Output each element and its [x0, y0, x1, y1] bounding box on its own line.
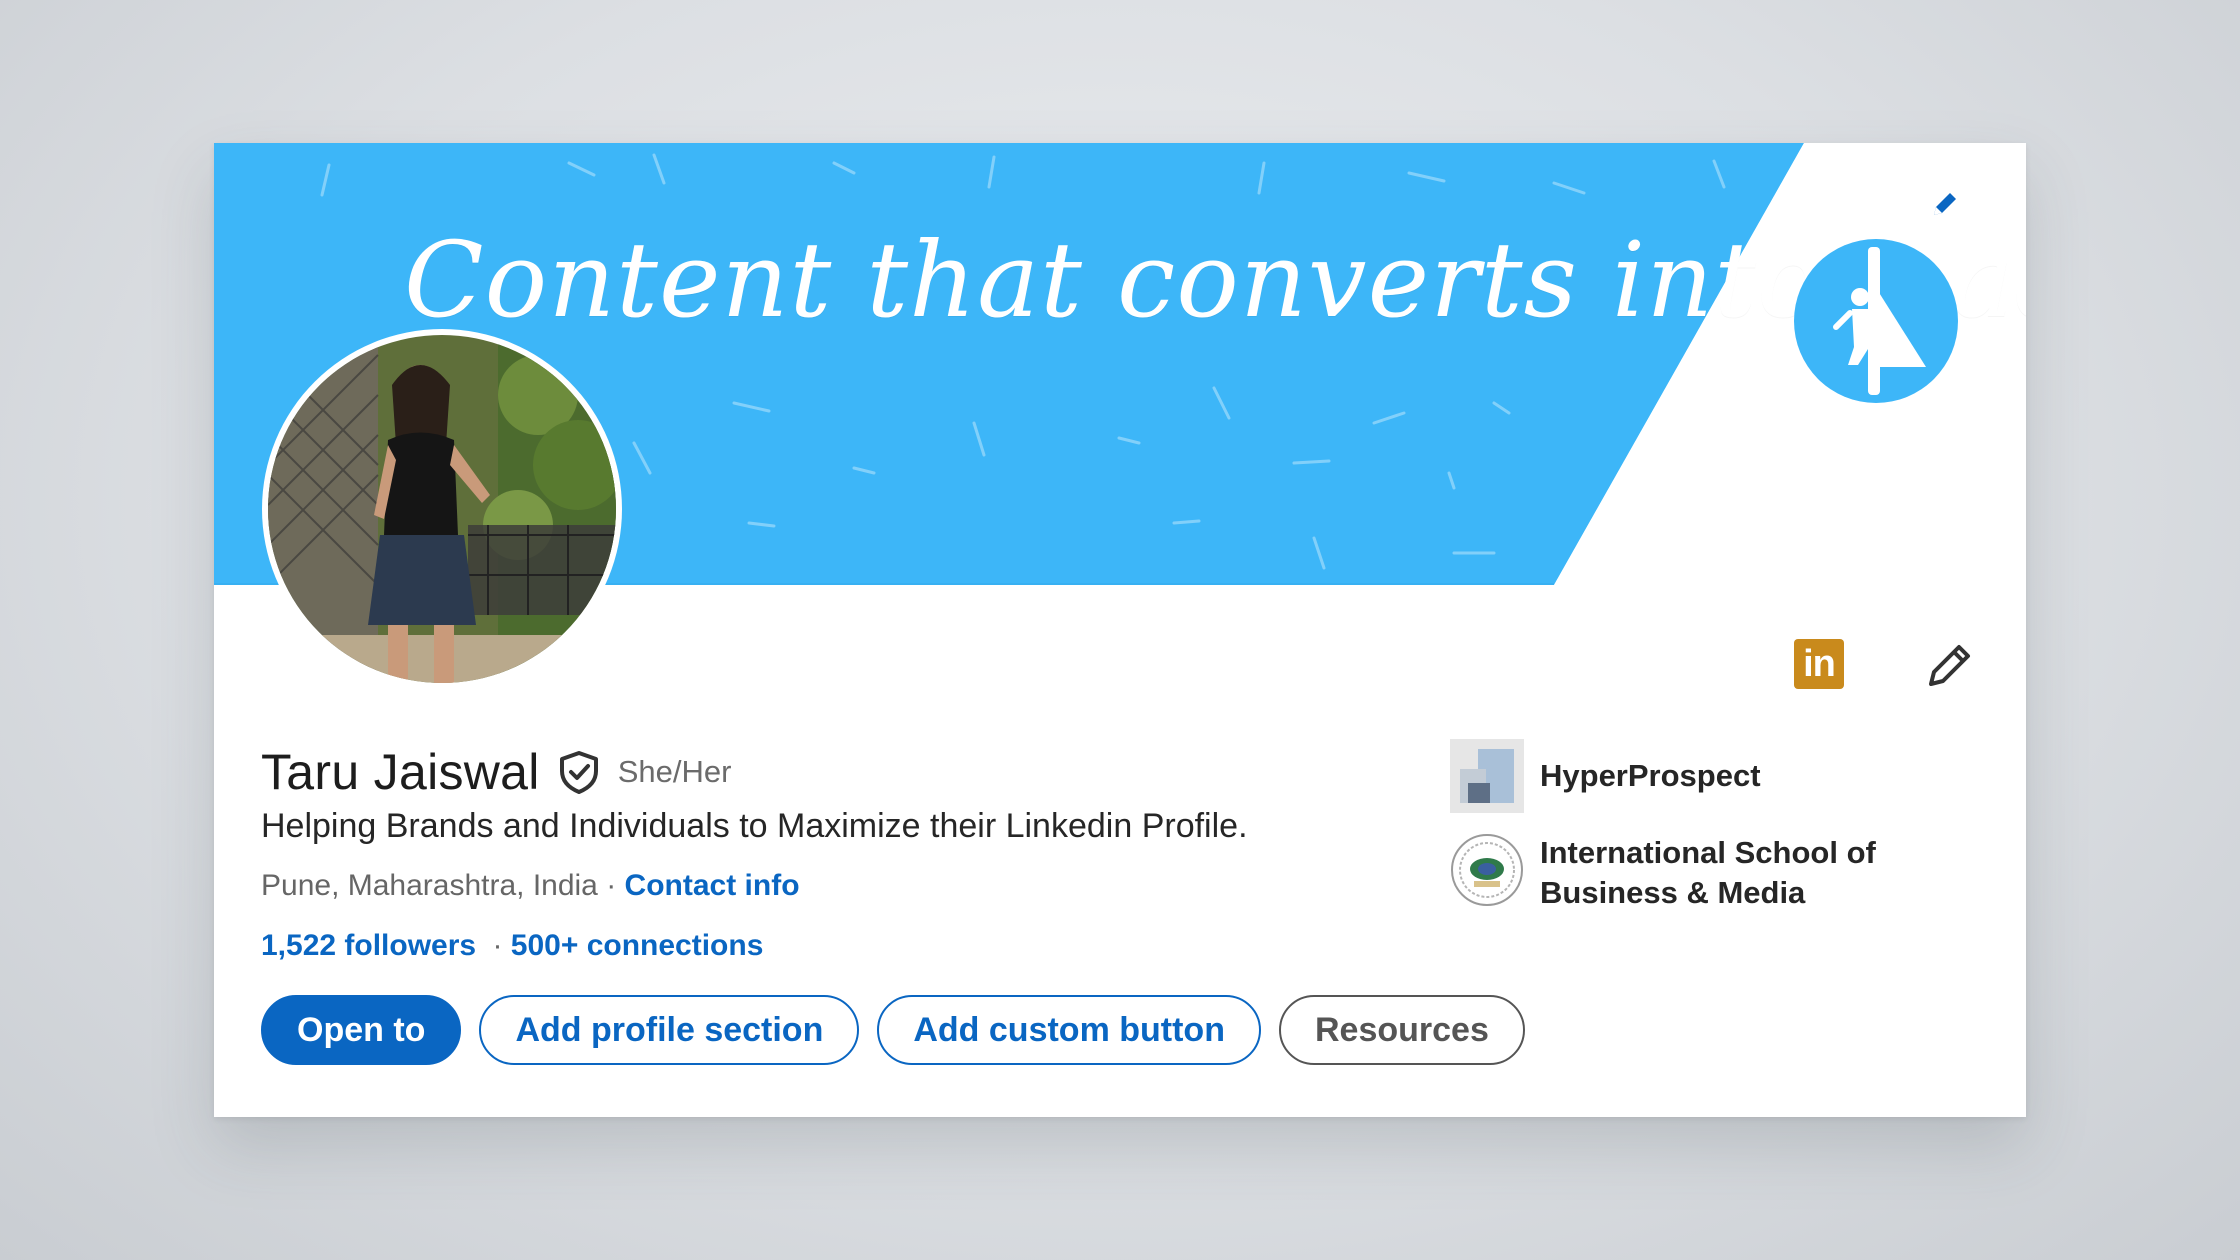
- pencil-icon: [1929, 645, 1970, 686]
- org-education[interactable]: International School of Business & Media: [1450, 833, 1920, 913]
- location-row: Pune, Maharashtra, India · Contact info: [261, 869, 800, 903]
- resources-button[interactable]: Resources: [1278, 995, 1525, 1065]
- edit-banner-button[interactable]: [1928, 187, 1968, 227]
- network-stats: 1,522 followers · 500+ connections: [261, 929, 763, 963]
- profile-actions: Open to Add profile section Add custom b…: [261, 995, 1525, 1065]
- linkedin-badge[interactable]: in: [1794, 639, 1844, 689]
- isbm-logo: [1450, 833, 1524, 907]
- open-to-button[interactable]: Open to: [261, 995, 462, 1065]
- org-current-company[interactable]: HyperProspect: [1450, 739, 1920, 813]
- separator: ·: [484, 929, 511, 962]
- followers-link[interactable]: 1,522 followers: [261, 929, 476, 962]
- org-name: International School of Business & Media: [1540, 835, 1876, 910]
- add-profile-section-button[interactable]: Add profile section: [479, 995, 860, 1065]
- separator: ·: [597, 869, 625, 902]
- edit-intro-button[interactable]: [1920, 635, 1980, 695]
- profile-name: Taru Jaiswal: [261, 744, 540, 800]
- contact-info-link[interactable]: Contact info: [625, 869, 800, 902]
- banner-tagline: Content that converts into leads: [404, 219, 2026, 341]
- profile-photo[interactable]: [262, 329, 622, 689]
- hyperprospect-logo: [1450, 739, 1524, 813]
- connections-link[interactable]: 500+ connections: [511, 929, 764, 962]
- verified-shield-icon[interactable]: [556, 749, 602, 795]
- profile-headline: Helping Brands and Individuals to Maximi…: [261, 807, 1248, 845]
- org-name: HyperProspect: [1540, 758, 1761, 793]
- profile-card: Content that converts into leads in Taru…: [214, 143, 2026, 1117]
- superhero-icon: [1794, 239, 1958, 403]
- avatar: [268, 335, 616, 683]
- name-row: Taru Jaiswal She/Her: [261, 743, 731, 801]
- add-custom-button[interactable]: Add custom button: [877, 995, 1261, 1065]
- pronouns: She/Her: [617, 754, 732, 789]
- location: Pune, Maharashtra, India: [261, 869, 598, 902]
- pencil-icon: [1934, 193, 1956, 215]
